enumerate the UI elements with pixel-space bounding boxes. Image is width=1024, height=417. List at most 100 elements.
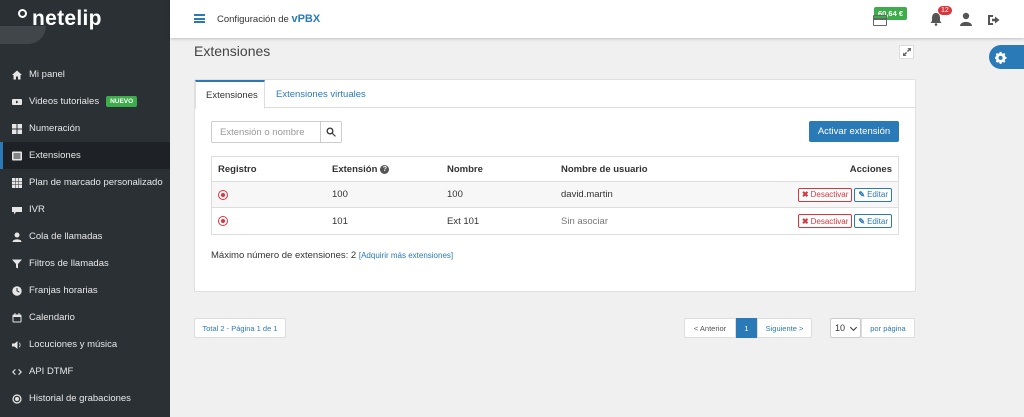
tab-extensiones-virtuales[interactable]: Extensiones virtuales [266,80,376,109]
calendar-icon [12,312,22,323]
sidebar-item-locuciones-y-musica[interactable]: Locuciones y música [0,331,170,358]
sidebar-item-label: Franjas horarias [29,285,98,296]
next-page-button[interactable]: Siguiente > [757,318,812,338]
volume-icon [12,340,22,350]
help-icon[interactable]: ? [380,164,390,174]
menu-toggle-icon[interactable] [194,14,205,23]
sidebar-item-label: Calendario [29,312,75,323]
expand-icon [902,48,911,56]
sidebar: netelip Mi panel Videos tutoriales NUEVO… [0,0,170,417]
header-nombre-de-usuario: Nombre de usuario [561,163,648,175]
header-nombre: Nombre [447,163,483,175]
times-icon: ✖ [801,216,809,226]
topbar: Configuración de vPBX 60,64 € 12 [170,0,1024,38]
sidebar-nav: Mi panel Videos tutoriales NUEVO Numerac… [0,61,170,412]
deactivate-button[interactable]: ✖ Desactivar [797,214,853,228]
deactivate-button[interactable]: ✖ Desactivar [797,187,853,202]
title-product: vPBX [291,13,321,25]
deactivate-label: Desactivar [810,190,849,199]
sidebar-item-calendario[interactable]: Calendario [0,304,170,331]
sidebar-item-api-dtmf[interactable]: API DTMF [0,358,170,385]
edit-button[interactable]: ✎ Editar [854,214,892,228]
sidebar-item-label: API DTMF [29,366,74,377]
user-account-icon[interactable] [959,12,973,26]
activate-extension-button[interactable]: Activar extensión [809,121,899,142]
username-cell: david.martin [561,189,613,200]
sidebar-item-ivr[interactable]: IVR [0,196,170,223]
sidebar-item-label: Mi panel [29,69,65,80]
pencil-icon: ✎ [858,216,866,226]
gear-icon [995,51,1007,64]
header-registro: Registro [218,163,257,175]
tab-bar: Extensiones Extensiones virtuales [195,80,915,109]
credit-card-icon[interactable] [873,15,887,26]
extensions-table: Registro Extensión ? Nombre Nombre de us… [211,156,899,235]
sidebar-item-label: IVR [29,204,45,215]
sidebar-item-label: Extensiones [29,150,81,161]
buy-more-extensions-link[interactable]: [Adquirir más extensiones] [359,251,453,260]
table-row: 100 100 david.martin ✖ Desactivar ✎ Editar [212,182,898,208]
sidebar-item-label: Videos tutoriales [29,96,100,107]
times-icon: ✖ [801,190,809,199]
edit-button[interactable]: ✎ Editar [854,187,892,202]
current-page-button[interactable]: 1 [736,318,757,338]
table-header-row: Registro Extensión ? Nombre Nombre de us… [212,157,898,182]
record-icon [12,393,22,404]
ivr-icon [12,205,22,215]
sidebar-item-label: Locuciones y música [29,339,118,350]
settings-float-button[interactable] [989,45,1024,69]
search-icon [326,127,336,137]
unregistered-status-icon [218,189,228,200]
sidebar-item-label: Numeración [29,123,81,134]
unregistered-status-icon [218,216,228,226]
logout-icon[interactable] [987,13,1001,27]
per-page-select[interactable]: 10 [830,318,861,338]
home-icon [12,70,22,80]
name-cell: 100 [447,189,463,200]
sidebar-item-numeracion[interactable]: Numeración [0,115,170,142]
actions-cell: ✖ Desactivar ✎ Editar [797,182,892,207]
video-icon [12,97,22,107]
search-button[interactable] [320,122,341,142]
sidebar-item-label: Historial de grabaciones [29,393,131,404]
max-extensions-note: Máximo número de extensiones: 2 [Adquiri… [211,250,453,261]
header-acciones: Acciones [849,163,892,175]
extension-cell: 101 [332,215,348,227]
expand-button[interactable] [899,45,914,59]
sidebar-item-extensiones[interactable]: Extensiones [0,142,170,169]
code-icon [12,367,22,377]
page-context-title: Configuración de vPBX [217,13,320,25]
sidebar-item-videos-tutoriales[interactable]: Videos tutoriales NUEVO [0,88,170,115]
clock-icon [12,285,22,296]
table-row: 101 Ext 101 Sin asociar ✖ Desactivar ✎ Edi… [212,208,898,234]
tab-extensiones[interactable]: Extensiones [195,80,265,109]
sidebar-item-plan-de-marcado[interactable]: Plan de marcado personalizado [0,169,170,196]
name-cell: Ext 101 [447,215,480,227]
edit-label: Editar [867,190,888,199]
sidebar-item-franjas-horarias[interactable]: Franjas horarias [0,277,170,304]
pagination: < Anterior 1 Siguiente > [684,318,812,338]
chevron-down-icon [849,323,858,332]
notification-count-badge: 12 [938,6,952,15]
username-cell: Sin asociar [561,215,608,227]
pagination-total: Total 2 - Página 1 de 1 [194,318,286,338]
previous-page-button[interactable]: < Anterior [684,318,736,338]
search-input[interactable] [212,122,320,142]
registration-cell [218,208,228,234]
title-prefix: Configuración de [217,14,289,25]
per-page-value: 10 [835,323,846,333]
extensions-panel: Extensiones Extensiones virtuales Activa… [194,79,916,292]
sidebar-item-filtros-de-llamadas[interactable]: Filtros de llamadas [0,250,170,277]
sidebar-item-cola-de-llamadas[interactable]: Cola de llamadas [0,223,170,250]
grid-icon [12,177,22,188]
extension-cell: 100 [332,189,348,200]
per-page-label: por página [861,318,915,338]
sidebar-item-mi-panel[interactable]: Mi panel [0,61,170,88]
logo-ring-icon [18,9,27,18]
new-badge: NUEVO [106,96,138,107]
sidebar-item-historial-de-grabaciones[interactable]: Historial de grabaciones [0,385,170,412]
actions-cell: ✖ Desactivar ✎ Editar [797,208,892,234]
list-icon [12,151,22,161]
search-group [211,121,342,143]
header-extension-label: Extensión [332,163,378,175]
